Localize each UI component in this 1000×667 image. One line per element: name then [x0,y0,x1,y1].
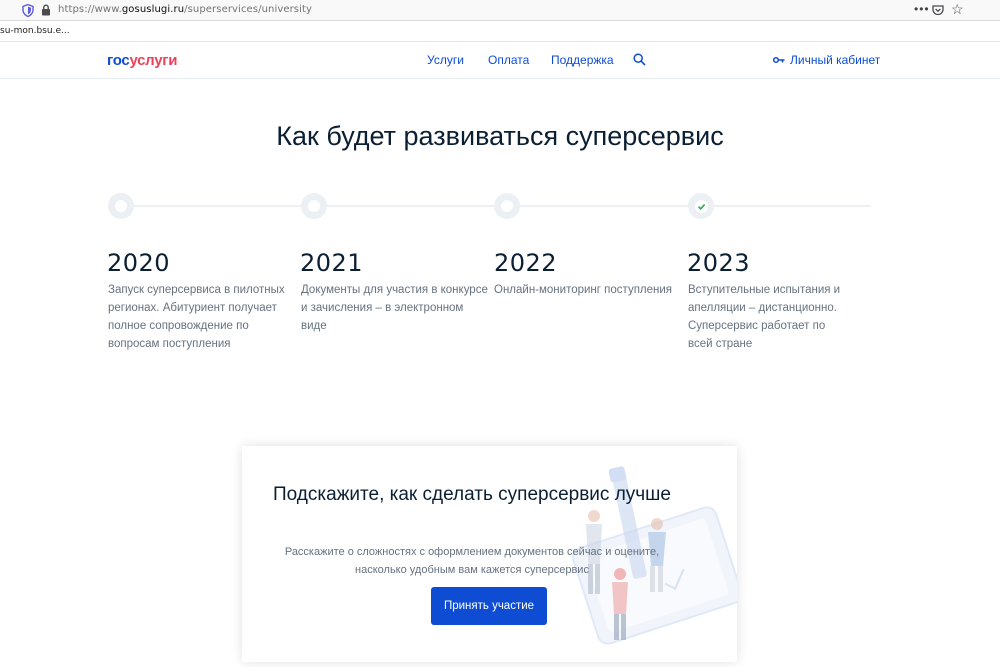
feedback-title: Подскажите, как сделать суперсервис лучш… [273,484,671,505]
timeline-description: Онлайн-мониторинг поступления [494,284,673,296]
nav-support-link[interactable]: Поддержка [551,53,614,67]
browser-address-bar[interactable]: https://www.gosuslugi.ru/superservices/u… [0,0,1000,21]
timeline-description: Документы для участия в конкурсе и зачис… [301,284,488,332]
personal-cabinet-link[interactable]: Личный кабинет [773,53,880,67]
url-text[interactable]: https://www.gosuslugi.ru/superservices/u… [58,4,312,15]
url-host: gosuslugi.ru [121,4,185,15]
timeline-track [108,205,871,207]
url-path: /superservices/university [184,4,313,15]
feedback-card: Подскажите, как сделать суперсервис лучш… [242,446,737,662]
timeline-year: 2021 [300,249,364,277]
timeline-year: 2020 [107,249,171,277]
timeline-marker-2021 [301,193,327,219]
page-actions-more-icon[interactable]: ••• [914,2,930,16]
participate-button[interactable]: Принять участие [431,587,547,625]
empty-circle-icon [308,200,320,212]
lock-icon[interactable] [41,4,51,16]
logo-part-gos: гос [107,52,130,69]
pocket-icon[interactable] [932,4,944,16]
nav-payment-link[interactable]: Оплата [488,53,529,67]
timeline-marker-2022 [494,193,520,219]
key-icon [773,56,785,64]
empty-circle-icon [501,200,513,212]
checkmark-icon [694,199,708,213]
bookmark-item[interactable]: su-mon.bsu.e... [0,26,70,36]
personal-cabinet-label: Личный кабинет [790,53,881,67]
timeline-year: 2023 [687,249,751,277]
bookmark-star-icon[interactable]: ☆ [951,1,964,18]
empty-circle-icon [115,200,127,212]
timeline-marker-2020 [108,193,134,219]
nav-services-link[interactable]: Услуги [427,53,464,67]
timeline-year: 2022 [494,249,558,277]
site-header: госуслуги Услуги Оплата Поддержка Личный… [0,42,1000,79]
search-icon[interactable] [633,53,646,66]
tracking-protection-shield-icon[interactable] [22,4,34,17]
gosuslugi-logo[interactable]: госуслуги [107,52,177,69]
page-title: Как будет развиваться суперсервис [276,121,724,151]
bookmarks-toolbar: su-mon.bsu.e... [0,22,1000,42]
timeline-description: Запуск суперсервиса в пилотных регионах.… [108,284,285,350]
timeline-marker-2023 [688,193,714,219]
feedback-description: Расскажите о сложностях с оформлением до… [284,546,660,576]
url-prefix: https://www. [58,4,122,15]
timeline-description: Вступительные испытания и апелляции – ди… [688,284,841,350]
logo-part-uslugi: услуги [129,52,178,69]
